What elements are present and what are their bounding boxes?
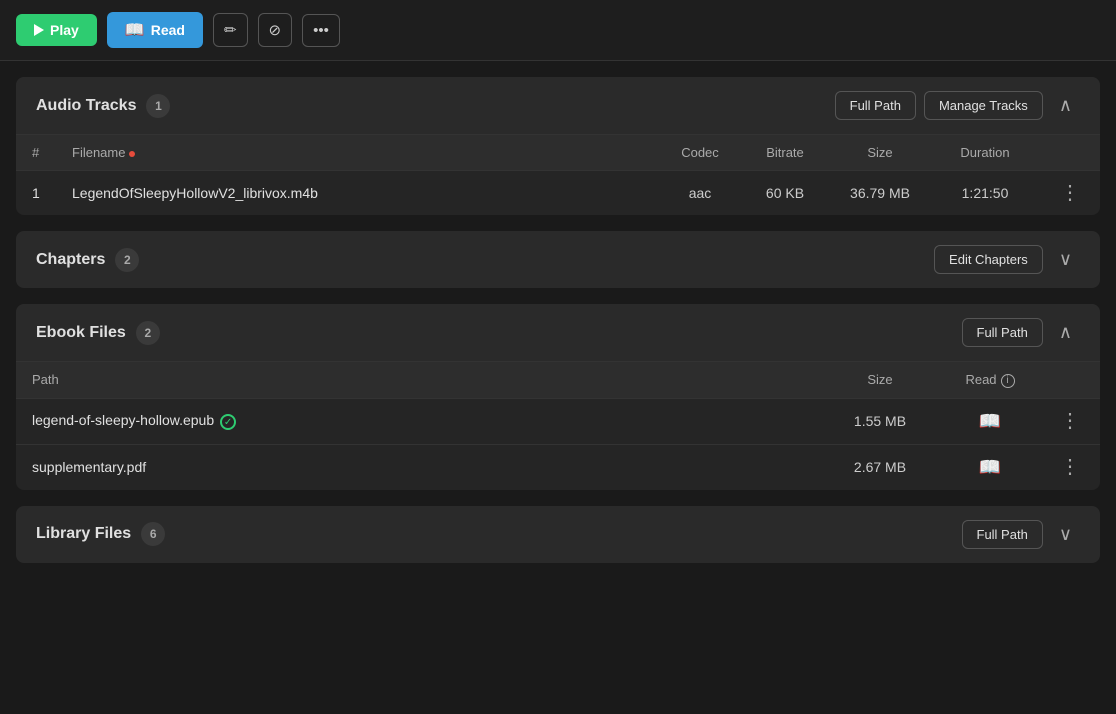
col-num-header: # [16,135,56,171]
library-files-header: Library Files 6 Full Path ∨ [16,506,1100,563]
more-options-button[interactable]: ••• [302,14,340,47]
audio-tracks-header-row: # Filename Codec Bitrate Size Duration [16,135,1100,171]
track-actions: ⋮ [1040,171,1100,216]
ebook-files-collapse-button[interactable]: ∧ [1051,318,1080,347]
check-circle-icon: ✓ [220,414,236,430]
read-button[interactable]: 📖 Read [107,12,203,48]
chapters-badge: 2 [115,248,139,272]
bookmark-check-icon: ⊘ [269,21,282,39]
ebook-files-badge: 2 [136,321,160,345]
track-more-button[interactable]: ⋮ [1056,183,1084,203]
table-row: 1 LegendOfSleepyHollowV2_librivox.m4b aa… [16,171,1100,216]
ebook-files-header: Ebook Files 2 Full Path ∧ [16,304,1100,361]
library-files-section: Library Files 6 Full Path ∨ [16,506,1100,563]
manage-tracks-button[interactable]: Manage Tracks [924,91,1043,120]
ebook-read-cell: 📖 [940,444,1040,490]
pencil-icon: ✏ [224,21,237,39]
ebook-files-header-row: Path Size Readi [16,362,1100,399]
ebook-actions: ⋮ [1040,398,1100,444]
audio-tracks-actions: Full Path Manage Tracks ∧ [835,91,1080,120]
chapters-actions: Edit Chapters ∨ [934,245,1080,274]
audio-tracks-collapse-button[interactable]: ∧ [1051,91,1080,120]
list-item: legend-of-sleepy-hollow.epub✓ 1.55 MB 📖 … [16,398,1100,444]
bookmark-button[interactable]: ⊘ [258,13,293,47]
play-label: Play [50,22,79,38]
chevron-up-icon: ∧ [1059,95,1072,115]
toolbar: Play 📖 Read ✏ ⊘ ••• [0,0,1116,61]
col-size-header: Size [830,135,930,171]
full-path-button-ebook[interactable]: Full Path [962,318,1043,347]
col-ebook-size-header: Size [820,362,940,399]
audio-tracks-badge: 1 [146,94,170,118]
track-codec: aac [660,171,740,216]
library-files-badge: 6 [141,522,165,546]
book-open-icon: 📖 [125,20,145,40]
ebook-more-button[interactable]: ⋮ [1056,411,1084,431]
library-files-expand-button[interactable]: ∨ [1051,520,1080,549]
main-content: Audio Tracks 1 Full Path Manage Tracks ∧… [0,61,1116,579]
ebook-actions: ⋮ [1040,444,1100,490]
chapters-section: Chapters 2 Edit Chapters ∨ [16,231,1100,288]
track-num: 1 [16,171,56,216]
full-path-button-library[interactable]: Full Path [962,520,1043,549]
ebook-more-button[interactable]: ⋮ [1056,457,1084,477]
ebook-path: supplementary.pdf [16,444,820,490]
track-size: 36.79 MB [830,171,930,216]
edit-chapters-button[interactable]: Edit Chapters [934,245,1043,274]
col-codec-header: Codec [660,135,740,171]
library-files-actions: Full Path ∨ [962,520,1081,549]
chapters-title: Chapters [36,251,105,269]
full-path-button-audio[interactable]: Full Path [835,91,916,120]
track-bitrate: 60 KB [740,171,830,216]
ebook-path: legend-of-sleepy-hollow.epub✓ [16,398,820,444]
ebook-size: 1.55 MB [820,398,940,444]
col-duration-header: Duration [930,135,1040,171]
ebook-files-title: Ebook Files [36,324,126,342]
list-item: supplementary.pdf 2.67 MB 📖 ⋮ [16,444,1100,490]
audio-tracks-title: Audio Tracks [36,97,136,115]
play-button[interactable]: Play [16,14,97,46]
read-info-icon[interactable]: i [1001,374,1015,388]
chapters-expand-button[interactable]: ∨ [1051,245,1080,274]
col-path-header: Path [16,362,820,399]
ebook-read-cell: 📖 [940,398,1040,444]
play-icon [34,24,44,36]
dots-horizontal-icon: ••• [313,22,329,39]
chevron-up-icon-ebook: ∧ [1059,322,1072,342]
ebook-files-actions: Full Path ∧ [962,318,1081,347]
col-bitrate-header: Bitrate [740,135,830,171]
col-read-header: Readi [940,362,1040,399]
col-ebook-actions-header [1040,362,1100,399]
chapters-header: Chapters 2 Edit Chapters ∨ [16,231,1100,288]
filename-dot-indicator [129,151,135,157]
chevron-down-icon-library: ∨ [1059,524,1072,544]
ebook-size: 2.67 MB [820,444,940,490]
audio-tracks-table: # Filename Codec Bitrate Size Duration 1… [16,134,1100,215]
track-duration: 1:21:50 [930,171,1040,216]
book-icon[interactable]: 📖 [979,457,1001,478]
read-label: Read [151,22,185,38]
track-filename: LegendOfSleepyHollowV2_librivox.m4b [56,171,660,216]
ebook-files-section: Ebook Files 2 Full Path ∧ Path Size Read… [16,304,1100,490]
library-files-title: Library Files [36,525,131,543]
book-icon[interactable]: 📖 [979,411,1001,432]
audio-tracks-section: Audio Tracks 1 Full Path Manage Tracks ∧… [16,77,1100,215]
audio-tracks-header: Audio Tracks 1 Full Path Manage Tracks ∧ [16,77,1100,134]
chevron-down-icon: ∨ [1059,249,1072,269]
edit-button[interactable]: ✏ [213,13,248,47]
col-filename-header: Filename [56,135,660,171]
col-actions-header [1040,135,1100,171]
ebook-files-table: Path Size Readi legend-of-sleepy-hollow.… [16,361,1100,490]
